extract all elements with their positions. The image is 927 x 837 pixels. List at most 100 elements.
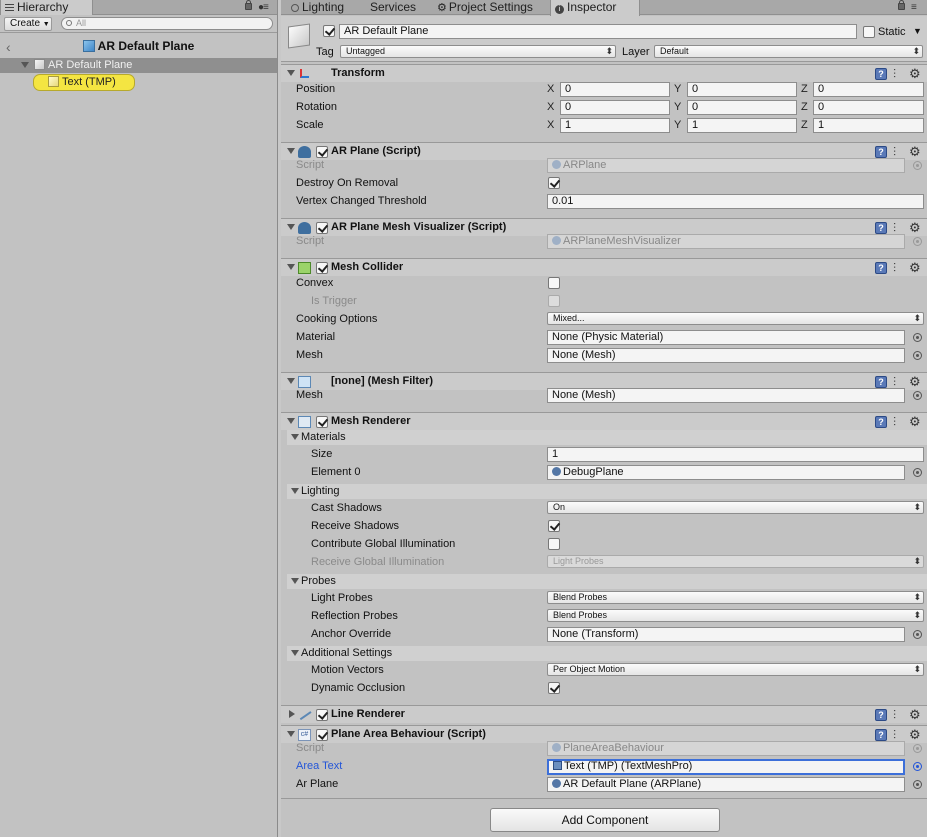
anchor-override-field[interactable]: None (Transform)	[547, 627, 905, 642]
expand-arrow-icon[interactable]	[291, 434, 299, 440]
object-picker-icon[interactable]	[913, 780, 922, 789]
cast-shadows-dropdown[interactable]: On	[547, 501, 924, 514]
component-enabled-checkbox[interactable]	[316, 222, 328, 234]
static-checkbox[interactable]	[863, 26, 875, 38]
light-probes-dropdown[interactable]: Blend Probes	[547, 591, 924, 604]
component-enabled-checkbox[interactable]	[316, 146, 328, 158]
material-field[interactable]: None (Physic Material)	[547, 330, 905, 345]
preset-icon[interactable]: ⫶	[893, 67, 896, 82]
help-icon[interactable]: ?	[875, 729, 887, 741]
panel-menu-icon[interactable]: ≡	[911, 2, 917, 13]
component-mesh-renderer[interactable]: Mesh Renderer ? ⫶ ⚙	[281, 412, 927, 430]
object-name-field[interactable]: AR Default Plane	[339, 24, 857, 39]
gear-icon[interactable]: ⚙	[909, 727, 921, 743]
probes-foldout[interactable]: Probes	[287, 574, 927, 589]
reflection-probes-dropdown[interactable]: Blend Probes	[547, 609, 924, 622]
expand-arrow-icon[interactable]	[287, 148, 295, 154]
hierarchy-item-ar-default-plane[interactable]: AR Default Plane	[0, 58, 277, 73]
help-icon[interactable]: ?	[875, 709, 887, 721]
materials-foldout[interactable]: Materials	[287, 430, 927, 445]
vertex-threshold-field[interactable]: 0.01	[547, 194, 924, 209]
lock-icon[interactable]	[898, 0, 905, 10]
scale-x-field[interactable]: 1	[560, 118, 670, 133]
component-transform[interactable]: Transform ? ⫶ ⚙	[281, 64, 927, 82]
gear-icon[interactable]: ⚙	[909, 374, 921, 390]
expand-arrow-icon[interactable]	[287, 70, 295, 76]
static-dropdown-icon[interactable]: ▼	[913, 26, 922, 36]
expand-arrow-icon[interactable]	[291, 650, 299, 656]
object-picker-icon[interactable]	[913, 333, 922, 342]
position-y-field[interactable]: 0	[687, 82, 797, 97]
hierarchy-item-text-tmp[interactable]: Text (TMP)	[33, 74, 135, 91]
create-button[interactable]: Create ▼	[4, 17, 52, 31]
expand-arrow-icon[interactable]	[287, 224, 295, 230]
additional-settings-foldout[interactable]: Additional Settings	[287, 646, 927, 661]
rotation-y-field[interactable]: 0	[687, 100, 797, 115]
contribute-gi-checkbox[interactable]	[548, 538, 560, 550]
component-enabled-checkbox[interactable]	[316, 262, 328, 274]
expand-arrow-icon[interactable]	[291, 578, 299, 584]
gear-icon[interactable]: ⚙	[909, 260, 921, 276]
lighting-foldout[interactable]: Lighting	[287, 484, 927, 499]
component-mesh-collider[interactable]: Mesh Collider ? ⫶ ⚙	[281, 258, 927, 276]
layer-dropdown[interactable]: Default	[654, 45, 923, 58]
expand-arrow-icon[interactable]	[287, 264, 295, 270]
tab-hierarchy[interactable]: Hierarchy	[0, 0, 93, 16]
tab-project-settings[interactable]: ⚙ Project Settings	[433, 0, 533, 15]
expand-arrow-icon[interactable]	[21, 62, 29, 68]
help-icon[interactable]: ?	[875, 68, 887, 80]
expand-arrow-icon[interactable]	[287, 731, 295, 737]
size-field[interactable]: 1	[547, 447, 924, 462]
component-enabled-checkbox[interactable]	[316, 729, 328, 741]
expand-arrow-icon[interactable]	[287, 418, 295, 424]
panel-menu-icon[interactable]: ●≡	[258, 2, 269, 13]
destroy-on-removal-checkbox[interactable]	[548, 177, 560, 189]
object-picker-icon[interactable]	[913, 630, 922, 639]
gear-icon[interactable]: ⚙	[909, 220, 921, 236]
gear-icon[interactable]: ⚙	[909, 144, 921, 160]
mesh-field[interactable]: None (Mesh)	[547, 388, 905, 403]
help-icon[interactable]: ?	[875, 146, 887, 158]
position-x-field[interactable]: 0	[560, 82, 670, 97]
gear-icon[interactable]: ⚙	[909, 414, 921, 430]
gear-icon[interactable]: ⚙	[909, 707, 921, 723]
object-picker-icon[interactable]	[913, 351, 922, 360]
element-0-field[interactable]: DebugPlane	[547, 465, 905, 480]
convex-checkbox[interactable]	[548, 277, 560, 289]
receive-shadows-checkbox[interactable]	[548, 520, 560, 532]
tab-services[interactable]: Services	[366, 0, 416, 15]
motion-vectors-dropdown[interactable]: Per Object Motion	[547, 663, 924, 676]
preset-icon[interactable]: ⫶	[893, 261, 896, 276]
preset-icon[interactable]: ⫶	[893, 415, 896, 430]
component-line-renderer[interactable]: Line Renderer ? ⫶ ⚙	[281, 705, 927, 723]
cooking-options-dropdown[interactable]: Mixed...	[547, 312, 924, 325]
scale-y-field[interactable]: 1	[687, 118, 797, 133]
mesh-field[interactable]: None (Mesh)	[547, 348, 905, 363]
help-icon[interactable]: ?	[875, 416, 887, 428]
tab-inspector[interactable]: i Inspector	[550, 0, 640, 16]
area-text-field[interactable]: Text (TMP) (TextMeshPro)	[547, 759, 905, 775]
dynamic-occlusion-checkbox[interactable]	[548, 682, 560, 694]
object-picker-icon[interactable]	[913, 762, 922, 771]
object-picker-icon[interactable]	[913, 391, 922, 400]
expand-arrow-icon[interactable]	[287, 378, 295, 384]
object-picker-icon[interactable]	[913, 468, 922, 477]
collapsed-arrow-icon[interactable]	[289, 710, 295, 718]
preset-icon[interactable]: ⫶	[893, 708, 896, 723]
hierarchy-search-input[interactable]: All	[61, 17, 273, 30]
ar-plane-field[interactable]: AR Default Plane (ARPlane)	[547, 777, 905, 792]
component-enabled-checkbox[interactable]	[316, 416, 328, 428]
tag-dropdown[interactable]: Untagged	[340, 45, 616, 58]
lock-icon[interactable]	[245, 0, 252, 10]
object-active-checkbox[interactable]	[323, 25, 335, 37]
tab-lighting[interactable]: Lighting	[287, 0, 344, 15]
help-icon[interactable]: ?	[875, 262, 887, 274]
rotation-z-field[interactable]: 0	[813, 100, 924, 115]
rotation-x-field[interactable]: 0	[560, 100, 670, 115]
component-enabled-checkbox[interactable]	[316, 709, 328, 721]
expand-arrow-icon[interactable]	[291, 488, 299, 494]
position-z-field[interactable]: 0	[813, 82, 924, 97]
gear-icon[interactable]: ⚙	[909, 66, 921, 82]
help-icon[interactable]: ?	[875, 376, 887, 388]
scale-z-field[interactable]: 1	[813, 118, 924, 133]
